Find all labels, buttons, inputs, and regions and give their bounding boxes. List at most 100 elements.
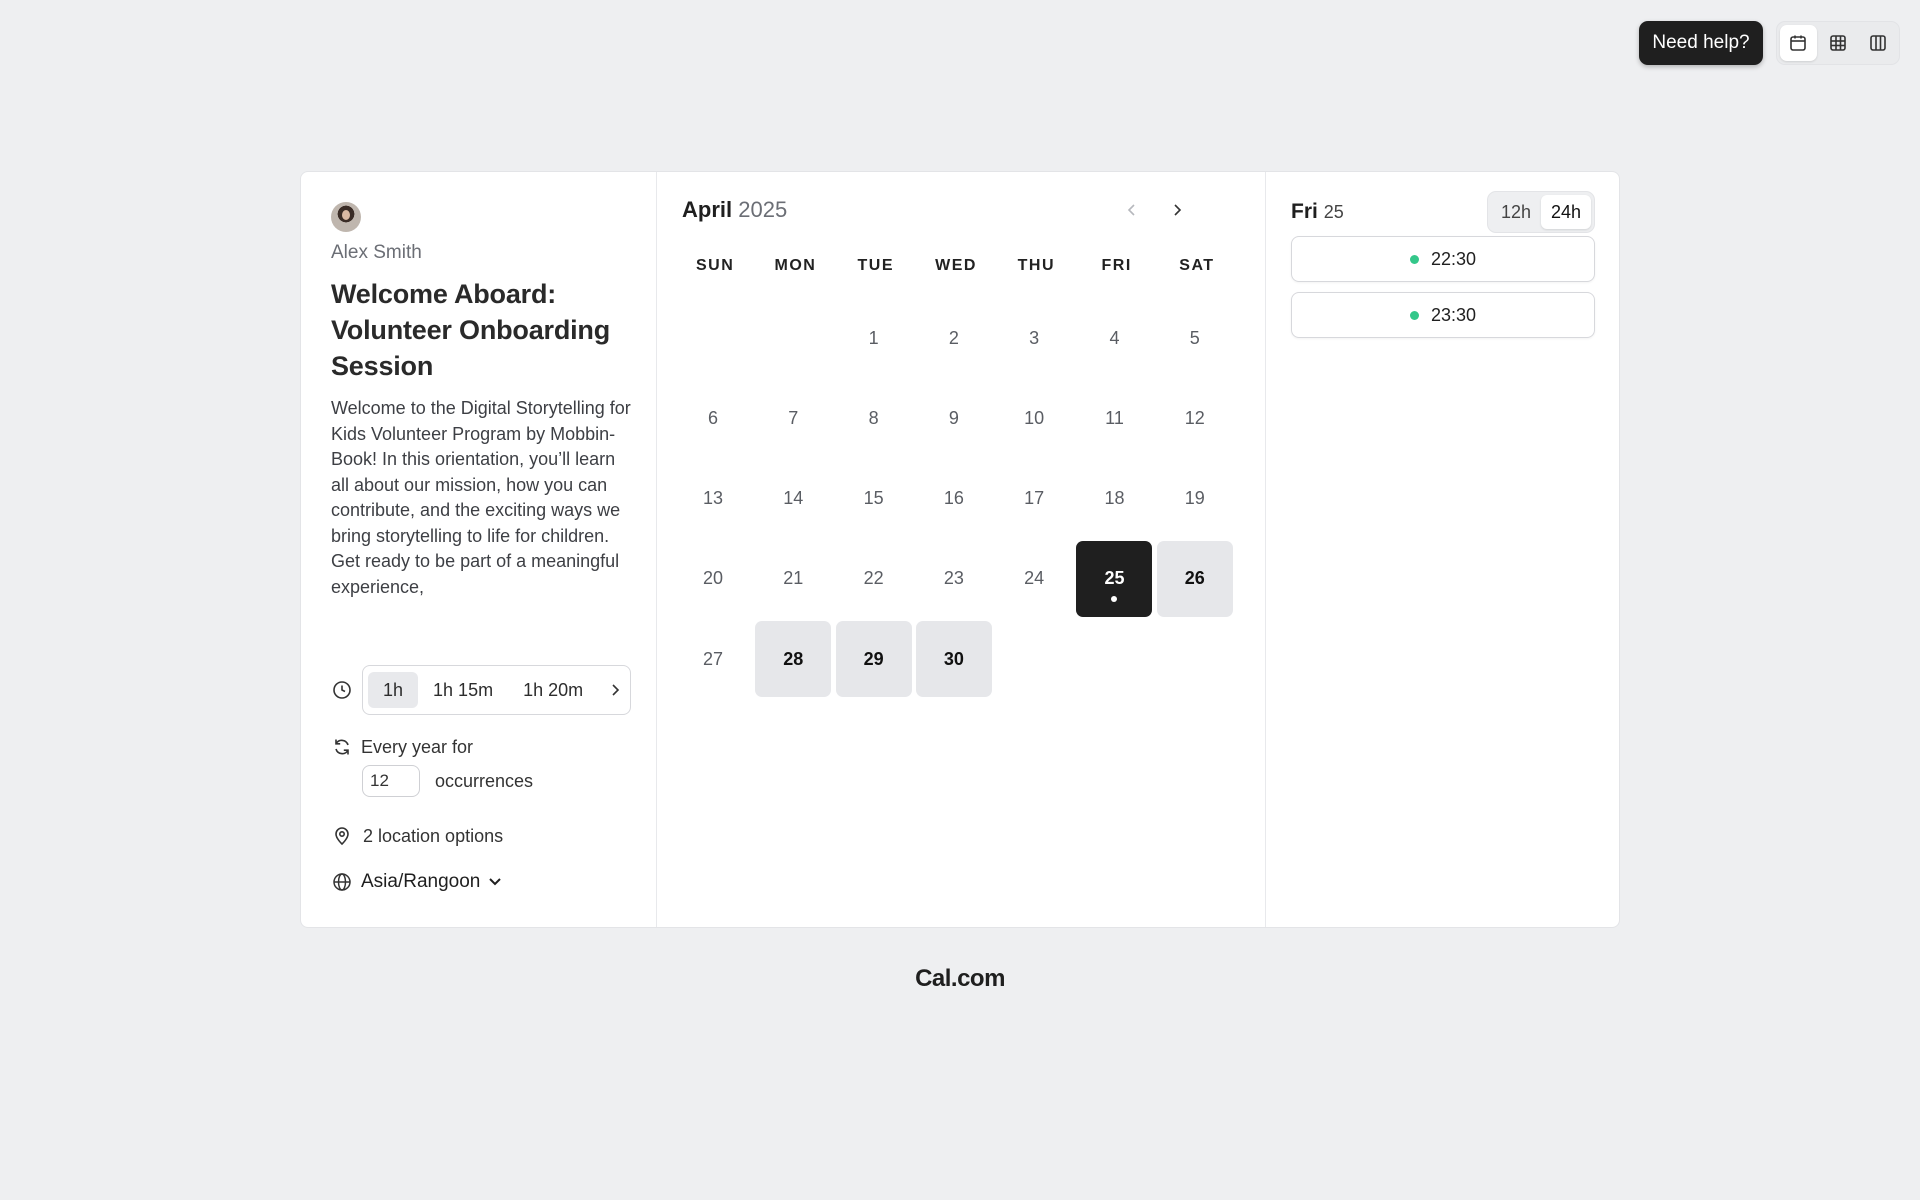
day-number: 2 xyxy=(948,327,959,348)
selected-weekday: Fri xyxy=(1291,200,1318,223)
layout-switcher xyxy=(1776,21,1900,65)
clock-icon xyxy=(331,679,353,701)
format-24h-button[interactable]: 24h xyxy=(1541,195,1591,229)
duration-option-1h-15m[interactable]: 1h 15m xyxy=(418,672,508,708)
day-19: 19 xyxy=(1157,461,1233,537)
column-view-button[interactable] xyxy=(1859,25,1896,61)
availability-dot xyxy=(1409,310,1419,320)
month-view-button[interactable] xyxy=(1780,25,1817,61)
day-number: 20 xyxy=(702,568,724,589)
day-15: 15 xyxy=(836,461,912,537)
day-10: 10 xyxy=(996,380,1072,456)
day-number: 27 xyxy=(702,648,724,669)
day-29[interactable]: 29 xyxy=(835,621,912,698)
year-label: 2025 xyxy=(738,197,788,222)
weekday-label: THU xyxy=(1017,257,1056,274)
day-21: 21 xyxy=(755,541,831,617)
day-number: 11 xyxy=(1105,407,1124,428)
time-format-toggle: 12h 24h xyxy=(1487,191,1595,233)
avatar xyxy=(331,202,361,232)
day-3: 3 xyxy=(996,300,1072,376)
event-title: Welcome Aboard: Volunteer Onboarding Ses… xyxy=(331,279,610,381)
day-number: 9 xyxy=(948,407,959,428)
day-30[interactable]: 30 xyxy=(915,621,992,698)
weekday-label: SAT xyxy=(1179,257,1215,274)
day-4: 4 xyxy=(1076,300,1152,376)
duration-option-1h[interactable]: 1h xyxy=(368,672,419,708)
day-17: 17 xyxy=(996,461,1072,537)
weekday-label: TUE xyxy=(857,257,894,274)
grid-icon xyxy=(1830,35,1846,51)
location-options[interactable]: 2 location options xyxy=(363,826,503,847)
chevron-right-icon[interactable] xyxy=(604,679,626,701)
day-number: 4 xyxy=(1109,327,1120,348)
day-number: 14 xyxy=(783,488,804,509)
today-dot xyxy=(1111,595,1118,602)
month-label: April xyxy=(682,197,733,222)
timezone-value: Asia/Rangoon xyxy=(361,871,481,892)
event-description: Welcome to the Digital Storytelling for … xyxy=(331,398,631,597)
time-slot-button[interactable]: 23:30 xyxy=(1291,292,1595,338)
day-14: 14 xyxy=(755,461,831,537)
format-12h-button[interactable]: 12h xyxy=(1491,195,1541,229)
day-number: 10 xyxy=(1024,407,1045,428)
day-number: 19 xyxy=(1184,488,1205,509)
day-11: 11 xyxy=(1076,380,1152,456)
day-number: 5 xyxy=(1189,327,1200,348)
weekly-view-button[interactable] xyxy=(1820,25,1857,61)
time-slot-label: 22:30 xyxy=(1430,248,1477,269)
occurrences-input[interactable]: 12 xyxy=(362,765,420,797)
chevron-down-icon xyxy=(489,878,502,886)
day-26[interactable]: 26 xyxy=(1156,540,1233,617)
next-month-button[interactable] xyxy=(1162,195,1192,225)
day-8: 8 xyxy=(836,380,912,456)
day-18: 18 xyxy=(1076,461,1152,537)
calendar-panel: April 2025 SUN MON TUE WED THU FRI SAT 1234567… xyxy=(657,172,1266,927)
day-number: 25 xyxy=(1104,568,1125,589)
weekday-label: FRI xyxy=(1101,257,1132,274)
day-number: 15 xyxy=(863,488,884,509)
day-13: 13 xyxy=(675,461,751,537)
day-number: 24 xyxy=(1024,568,1045,589)
day-number: 8 xyxy=(868,407,879,428)
day-25[interactable]: 25 xyxy=(1076,540,1153,617)
day-28[interactable]: 28 xyxy=(755,621,832,698)
day-grid: 1 2 3 4 5 6 7 8 9 10 11 12 13 14 15 16 17 18 19 20 21 22 23 24 2… xyxy=(675,300,1243,698)
empty-day-cell xyxy=(675,300,751,376)
time-slots-panel: Fri 25 12h 24h 22:30 23:30 xyxy=(1266,172,1619,927)
day-number: 17 xyxy=(1024,488,1045,509)
day-23: 23 xyxy=(916,541,992,617)
brand-logo[interactable]: Cal.com xyxy=(0,965,1920,993)
weekday-label: MON xyxy=(774,257,817,274)
day-number: 29 xyxy=(863,648,884,669)
booking-card: Alex Smith Welcome Aboard: Volunteer Onb… xyxy=(300,171,1620,928)
day-12: 12 xyxy=(1157,380,1233,456)
recurrence-row: Every year for xyxy=(331,736,473,758)
weekday-label: SUN xyxy=(696,257,735,274)
day-1: 1 xyxy=(836,300,912,376)
host-name: Alex Smith xyxy=(331,242,422,263)
occurrences-row: 12 occurrences xyxy=(362,765,533,797)
weekday-header: SUN MON TUE WED THU FRI SAT xyxy=(675,257,1243,275)
day-7: 7 xyxy=(755,380,831,456)
duration-option-1h-20m[interactable]: 1h 20m xyxy=(508,672,598,708)
day-2: 2 xyxy=(916,300,992,376)
day-27: 27 xyxy=(675,621,751,697)
day-number: 21 xyxy=(783,568,804,589)
day-24: 24 xyxy=(996,541,1072,617)
timezone-select[interactable]: Asia/Rangoon xyxy=(361,871,502,893)
month-title: April 2025 xyxy=(682,197,787,223)
day-number: 12 xyxy=(1184,407,1205,428)
previous-month-button[interactable] xyxy=(1117,195,1147,225)
day-20: 20 xyxy=(675,541,751,617)
recurrence-label: Every year for xyxy=(361,736,474,757)
repeat-icon xyxy=(331,736,353,758)
day-22: 22 xyxy=(836,541,912,617)
time-slot-button[interactable]: 22:30 xyxy=(1291,236,1595,282)
map-pin-icon xyxy=(331,825,353,847)
need-help-button[interactable]: Need help? xyxy=(1639,21,1763,65)
columns-icon xyxy=(1869,35,1886,51)
selected-date-label: Fri 25 xyxy=(1291,200,1344,224)
day-number: 28 xyxy=(783,648,804,669)
day-5: 5 xyxy=(1157,300,1233,376)
